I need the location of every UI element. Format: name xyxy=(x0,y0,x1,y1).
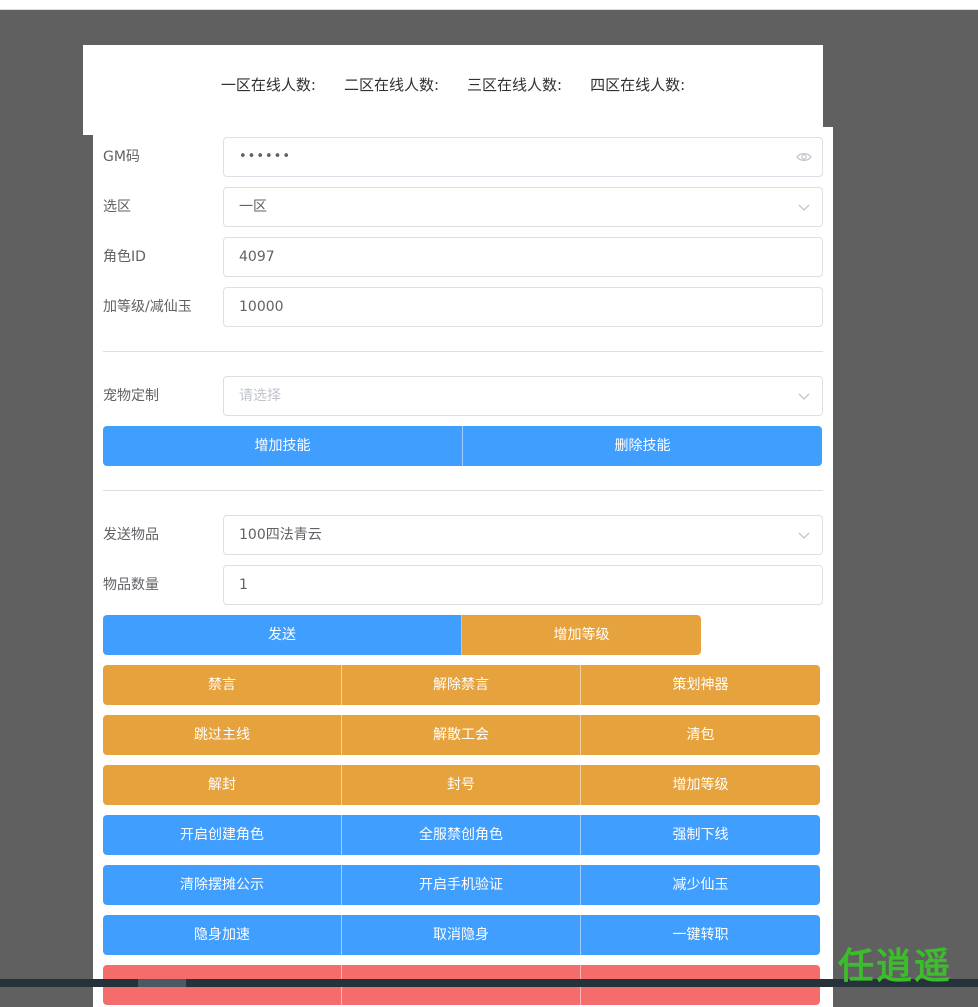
unban-button[interactable]: 解封 xyxy=(103,765,342,805)
add-skill-button[interactable]: 增加技能 xyxy=(103,426,463,466)
add-level-button[interactable]: 增加等级 xyxy=(462,615,701,655)
item-row: 发送物品 100四法青云 xyxy=(103,515,823,555)
level-jade-input[interactable]: 10000 xyxy=(223,287,823,327)
enable-create-role-button[interactable]: 开启创建角色 xyxy=(103,815,342,855)
force-offline-button[interactable]: 强制下线 xyxy=(581,815,820,855)
ban-create-role-button[interactable]: 全服禁创角色 xyxy=(342,815,581,855)
item-value: 100四法青云 xyxy=(239,527,322,543)
item-count-row: 物品数量 1 xyxy=(103,565,823,605)
taskbar-strip xyxy=(0,979,978,987)
gm-code-input[interactable]: •••••• xyxy=(223,137,823,177)
disband-guild-button[interactable]: 解散工会 xyxy=(342,715,581,755)
level-jade-label: 加等级/减仙玉 xyxy=(103,299,192,315)
role-id-input[interactable]: 4097 xyxy=(223,237,823,277)
zone2-online-label: 二区在线人数: xyxy=(343,75,439,94)
zone-row: 选区 一区 xyxy=(103,187,823,227)
level-jade-row: 加等级/减仙玉 10000 xyxy=(103,287,823,327)
item-count-input[interactable]: 1 xyxy=(223,565,823,605)
online-stats-row: 一区在线人数: 二区在线人数: 三区在线人数: 四区在线人数: xyxy=(83,45,823,123)
zone1-online-label: 一区在线人数: xyxy=(220,75,316,94)
divider xyxy=(103,351,823,352)
gm-form-card: GM码 •••••• 选区 一区 角色ID 4097 加等级/减仙玉 10000 xyxy=(93,127,833,1007)
skill-button-group: 增加技能 删除技能 xyxy=(103,426,822,466)
chevron-down-icon xyxy=(798,204,810,211)
item-label: 发送物品 xyxy=(103,527,159,543)
watermark-logo: 任逍遥 xyxy=(838,945,953,987)
role-id-value: 4097 xyxy=(239,249,275,265)
gm-code-value: •••••• xyxy=(239,149,292,164)
action-row-4: 开启创建角色 全服禁创角色 强制下线 xyxy=(103,815,820,855)
online-stats-card: 一区在线人数: 二区在线人数: 三区在线人数: 四区在线人数: xyxy=(83,45,823,135)
send-button[interactable]: 发送 xyxy=(103,615,462,655)
zone-label: 选区 xyxy=(103,199,131,215)
eye-icon[interactable] xyxy=(796,149,812,165)
gm-code-label: GM码 xyxy=(103,149,140,165)
ban-account-button[interactable]: 封号 xyxy=(342,765,581,805)
action-row-2: 跳过主线 解散工会 清包 xyxy=(103,715,820,755)
planner-artifact-button[interactable]: 策划神器 xyxy=(581,665,820,705)
zone4-online-label: 四区在线人数: xyxy=(590,75,686,94)
enable-phone-verify-button[interactable]: 开启手机验证 xyxy=(342,865,581,905)
role-id-label: 角色ID xyxy=(103,249,146,265)
clear-bag-button[interactable]: 清包 xyxy=(581,715,820,755)
action-row-6: 隐身加速 取消隐身 一键转职 xyxy=(103,915,820,955)
divider xyxy=(103,490,823,491)
send-button-group: 发送 增加等级 xyxy=(103,615,701,655)
taskbar-tab[interactable] xyxy=(138,979,186,987)
chevron-down-icon xyxy=(798,393,810,400)
remove-skill-button[interactable]: 删除技能 xyxy=(463,426,822,466)
pet-placeholder: 请选择 xyxy=(239,388,281,404)
gm-code-row: GM码 •••••• xyxy=(103,137,823,177)
skip-mainline-button[interactable]: 跳过主线 xyxy=(103,715,342,755)
action-row-5: 清除摆摊公示 开启手机验证 减少仙玉 xyxy=(103,865,820,905)
increase-level-button[interactable]: 增加等级 xyxy=(581,765,820,805)
browser-top-bar xyxy=(0,0,978,10)
unmute-button[interactable]: 解除禁言 xyxy=(342,665,581,705)
item-count-value: 1 xyxy=(239,577,248,593)
action-row-3: 解封 封号 增加等级 xyxy=(103,765,820,805)
item-count-label: 物品数量 xyxy=(103,577,159,593)
chevron-down-icon xyxy=(798,532,810,539)
one-click-job-change-button[interactable]: 一键转职 xyxy=(581,915,820,955)
level-jade-value: 10000 xyxy=(239,299,284,315)
zone-select[interactable]: 一区 xyxy=(223,187,823,227)
pet-label: 宠物定制 xyxy=(103,388,159,404)
role-id-row: 角色ID 4097 xyxy=(103,237,823,277)
mute-button[interactable]: 禁言 xyxy=(103,665,342,705)
pet-row: 宠物定制 请选择 xyxy=(103,376,823,416)
zone3-online-label: 三区在线人数: xyxy=(467,75,563,94)
action-row-1: 禁言 解除禁言 策划神器 xyxy=(103,665,820,705)
reduce-jade-button[interactable]: 减少仙玉 xyxy=(581,865,820,905)
pet-select[interactable]: 请选择 xyxy=(223,376,823,416)
item-select[interactable]: 100四法青云 xyxy=(223,515,823,555)
stealth-speed-button[interactable]: 隐身加速 xyxy=(103,915,342,955)
clear-stall-notice-button[interactable]: 清除摆摊公示 xyxy=(103,865,342,905)
cancel-stealth-button[interactable]: 取消隐身 xyxy=(342,915,581,955)
zone-value: 一区 xyxy=(239,199,267,215)
